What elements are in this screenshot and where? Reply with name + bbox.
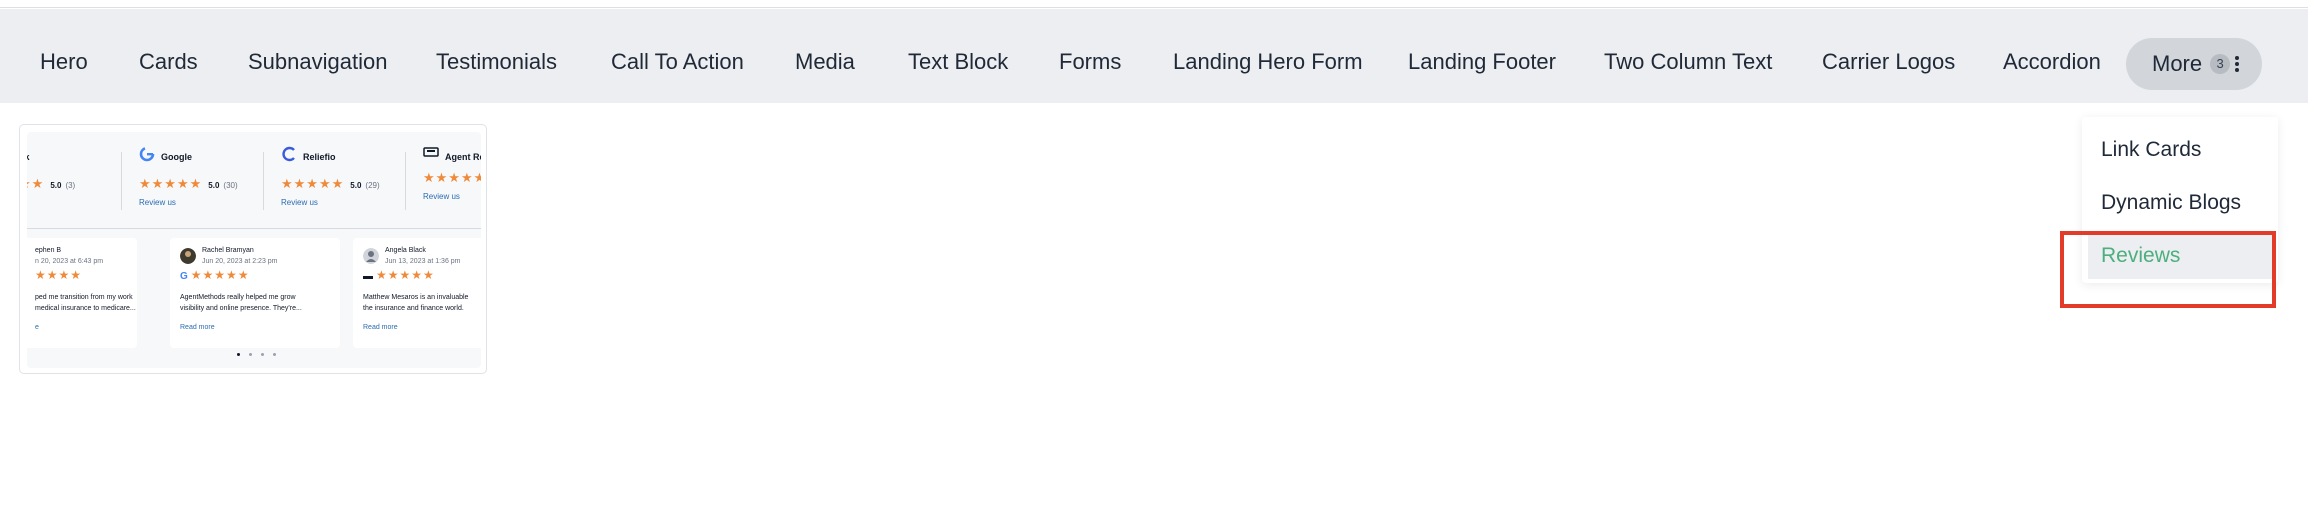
selection-highlight-box: [2060, 231, 2276, 308]
carousel-dot[interactable]: [273, 353, 276, 356]
reviewer-name: Angela Black: [385, 247, 426, 254]
reviewer-name: ephen B: [35, 247, 62, 254]
nav-item-landing-hero-form[interactable]: Landing Hero Form: [1173, 9, 1363, 103]
dropdown-item-link-cards[interactable]: Link Cards: [2082, 127, 2278, 173]
review-text-line: Matthew Mesaros is an invaluable: [363, 294, 469, 301]
nav-item-hero[interactable]: Hero: [40, 9, 88, 103]
google-icon: [139, 146, 155, 162]
more-button[interactable]: More 3: [2126, 38, 2262, 90]
google-icon: G: [180, 271, 188, 282]
platform-stars: ★★★★★ 5.0 (29): [281, 176, 380, 191]
review-card: Rachel Bramyan Jun 20, 2023 at 2:23 pm G…: [170, 238, 340, 348]
review-text-line: the insurance and finance world.: [363, 305, 464, 312]
carousel-pagination[interactable]: [237, 353, 276, 356]
review-text-line: ped me transition from my work: [35, 294, 133, 301]
nav-item-two-column-text[interactable]: Two Column Text: [1604, 9, 1772, 103]
nav-item-forms[interactable]: Forms: [1059, 9, 1121, 103]
reviewer-name: Rachel Bramyan: [202, 247, 254, 254]
more-label: More: [2152, 51, 2203, 76]
nav-item-cards[interactable]: Cards: [139, 9, 198, 103]
preview-content: ok ★★5.0(3) Google ★★★★★5.0(30) Review u…: [27, 132, 481, 368]
carousel-dot[interactable]: [237, 353, 240, 356]
avatar: [180, 248, 196, 264]
review-us-link[interactable]: Review us: [281, 198, 318, 207]
reviews-component-preview[interactable]: ok ★★5.0(3) Google ★★★★★5.0(30) Review u…: [19, 124, 487, 374]
review-stars: G ★★★★★: [180, 268, 250, 282]
nav-item-media[interactable]: Media: [795, 9, 855, 103]
nav-item-accordion[interactable]: Accordion: [2003, 9, 2101, 103]
carousel-dot[interactable]: [249, 353, 252, 356]
platform-divider: [263, 152, 264, 210]
platform-name: Google: [161, 152, 192, 162]
review-text-line: visibility and online presence. They're.…: [180, 305, 302, 312]
platform-card: ok ★★5.0(3): [27, 146, 129, 214]
nav-item-testimonials[interactable]: Testimonials: [436, 9, 557, 103]
kebab-vertical-icon: [2235, 56, 2240, 72]
platform-card-reliefio: Reliefio ★★★★★ 5.0 (29) Review us: [281, 146, 401, 214]
platform-stars: ★★★★★: [423, 170, 481, 185]
platform-stars: ★★5.0(3): [27, 176, 76, 191]
read-more-link[interactable]: e: [35, 324, 39, 331]
read-more-link[interactable]: Read more: [363, 324, 398, 331]
agent-review-icon: ▬: [363, 271, 373, 282]
review-date: n 20, 2023 at 6:43 pm: [35, 258, 104, 265]
nav-item-carrier-logos[interactable]: Carrier Logos: [1822, 9, 1955, 103]
top-border: [0, 0, 2308, 8]
platform-divider: [405, 152, 406, 210]
platform-card-agent-review: Agent Review ★★★★★ Review us: [423, 146, 481, 214]
review-date: Jun 20, 2023 at 2:23 pm: [202, 258, 278, 265]
platform-name: ok: [27, 152, 30, 162]
nav-item-subnavigation[interactable]: Subnavigation: [248, 9, 387, 103]
nav-item-text-block[interactable]: Text Block: [908, 9, 1008, 103]
review-date: Jun 13, 2023 at 1:36 pm: [385, 258, 461, 265]
carousel-dot[interactable]: [261, 353, 264, 356]
review-stars: ▬ ★★★★★: [363, 268, 435, 282]
review-card: ephen B n 20, 2023 at 6:43 pm ★★★★ ped m…: [27, 238, 137, 348]
review-us-link[interactable]: Review us: [139, 198, 176, 207]
review-text-line: AgentMethods really helped me grow: [180, 294, 296, 301]
review-stars: ★★★★: [35, 268, 83, 282]
platform-name: Agent Review: [445, 152, 481, 162]
review-text-line: medical insurance to medicare...: [35, 305, 136, 312]
nav-item-landing-footer[interactable]: Landing Footer: [1408, 9, 1556, 103]
nav-item-call-to-action[interactable]: Call To Action: [611, 9, 744, 103]
component-navbar: Hero Cards Subnavigation Testimonials Ca…: [0, 9, 2308, 103]
review-card: Angela Black Jun 13, 2023 at 1:36 pm ▬ ★★…: [353, 238, 481, 348]
avatar: [363, 248, 379, 264]
platform-ratings-row: ok ★★5.0(3) Google ★★★★★5.0(30) Review u…: [27, 132, 481, 220]
dropdown-item-dynamic-blogs[interactable]: Dynamic Blogs: [2082, 180, 2278, 226]
platform-divider: [121, 152, 122, 210]
read-more-link[interactable]: Read more: [180, 324, 215, 331]
platform-stars: ★★★★★ 5.0 (30): [139, 176, 238, 191]
platform-card-google: Google ★★★★★ 5.0 (30) Review us: [139, 146, 259, 214]
review-us-link[interactable]: Review us: [423, 192, 460, 201]
agent-review-icon: [423, 147, 439, 157]
section-divider: [27, 228, 481, 229]
more-count-badge: 3: [2210, 54, 2231, 74]
platform-name: Reliefio: [303, 152, 336, 162]
reliefio-icon: [282, 146, 295, 162]
